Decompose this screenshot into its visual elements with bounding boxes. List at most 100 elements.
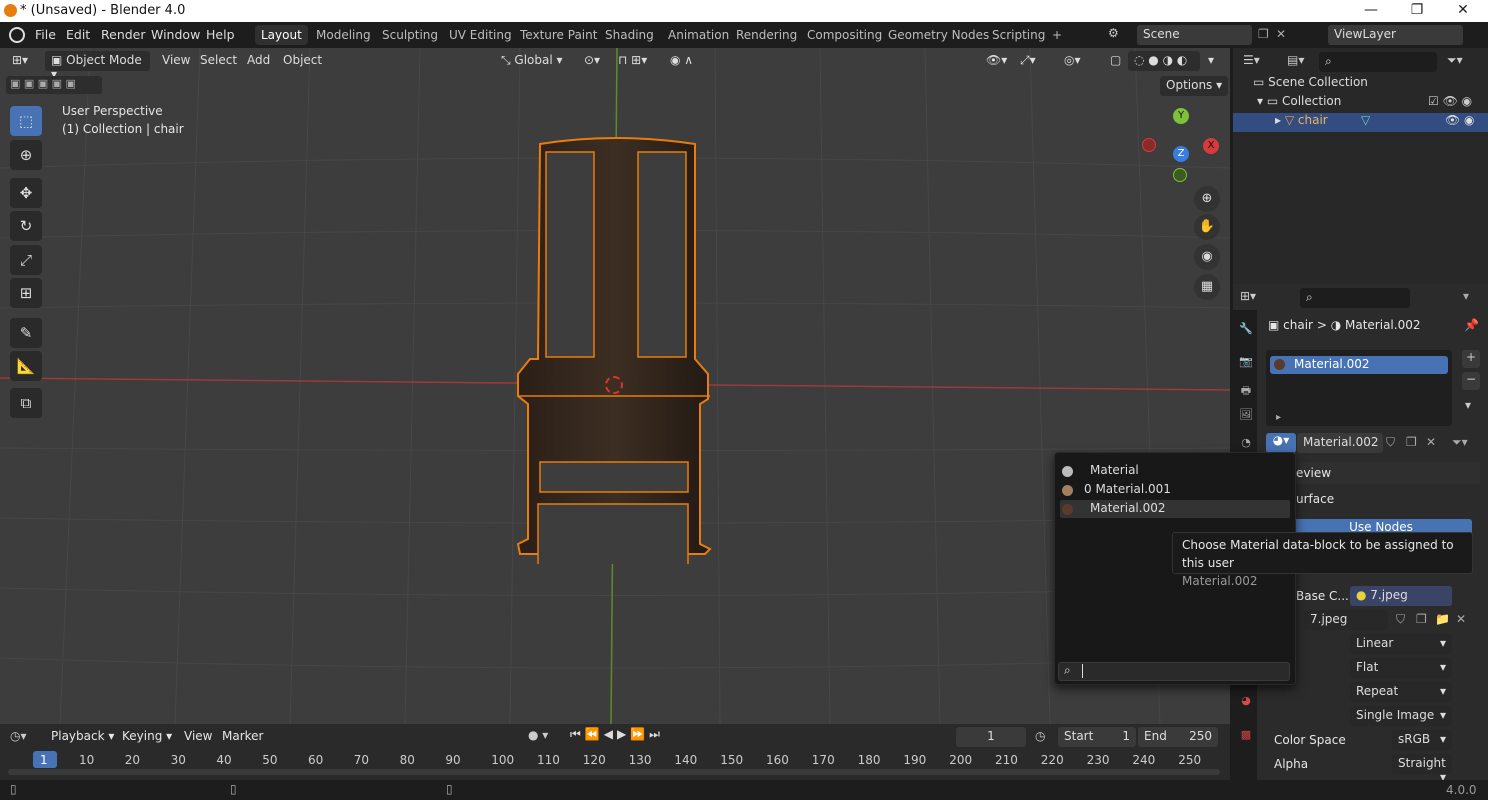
measure-tool-icon[interactable]: 📐 [10, 351, 42, 381]
tab-uv-editing[interactable]: UV Editing [443, 25, 518, 45]
tab-animation[interactable]: Animation [662, 25, 735, 45]
properties-options-icon[interactable]: ▾ [1463, 289, 1469, 303]
transform-orientation-dropdown[interactable]: ⤡ Global ▾ [495, 51, 569, 71]
timeline-scrollbar[interactable] [8, 769, 1220, 775]
start-frame-field[interactable]: Start 1 [1058, 727, 1136, 747]
menu-view[interactable]: View [156, 51, 196, 71]
tool-tab-icon[interactable]: 🔧 [1237, 322, 1255, 340]
rotate-tool-icon[interactable]: ↻ [10, 211, 42, 241]
material-name-field[interactable]: Material.002 [1297, 433, 1383, 453]
image-name-field[interactable]: 7.jpeg [1304, 610, 1388, 630]
popup-item-material[interactable]: Material [1060, 462, 1290, 480]
viewlayer-field[interactable]: ViewLayer [1328, 25, 1463, 45]
shading-mode-buttons[interactable]: ◌ ● ◑ ◐ [1128, 51, 1200, 71]
interpolation-dropdown[interactable]: Linear ▾ [1350, 634, 1452, 654]
record-icon[interactable]: ● ▾ [528, 728, 548, 742]
annotate-tool-icon[interactable]: ✎ [10, 318, 42, 348]
camera-view-icon[interactable]: ◉ [1194, 244, 1220, 270]
playback-controls-icon[interactable]: ⏮⏪◀▶⏩⏭ [570, 727, 664, 742]
slot-specials-icon[interactable]: ▾ [1465, 398, 1471, 412]
image-duplicate-icon[interactable]: ❐ [1416, 612, 1427, 626]
select-box-tool-icon[interactable]: ⬚ [10, 106, 42, 136]
material-tab-icon[interactable]: ◕ [1237, 694, 1255, 712]
image-unlink-icon[interactable]: ✕ [1456, 612, 1466, 626]
expand-object-icon[interactable]: ▸ [1275, 113, 1285, 127]
scene-icon[interactable]: ⚙ [1108, 26, 1134, 44]
menu-select[interactable]: Select [194, 51, 243, 71]
minimize-button[interactable]: — [1356, 2, 1386, 20]
tab-scripting[interactable]: Scripting [986, 25, 1051, 45]
gizmo-x[interactable]: X [1203, 138, 1219, 154]
expand-collection-icon[interactable]: ▾ [1257, 94, 1267, 108]
menu-window[interactable]: Window [151, 27, 200, 42]
tab-compositing[interactable]: Compositing [801, 25, 888, 45]
scene-field[interactable]: Scene [1137, 25, 1252, 45]
image-fake-user-icon[interactable]: ⛉ [1396, 612, 1405, 627]
unlink-material-icon[interactable]: ✕ [1426, 435, 1436, 449]
timeline-menu-keying[interactable]: Keying ▾ [122, 729, 172, 743]
gizmo-y[interactable]: Y [1173, 108, 1189, 124]
blender-menu-icon[interactable] [9, 27, 25, 43]
alpha-dropdown[interactable]: Straight ▾ [1392, 754, 1452, 784]
gizmo-neg-x[interactable] [1142, 138, 1156, 152]
mode-dropdown[interactable]: ▣ Object Mode ▾ [45, 51, 150, 81]
outliner-editor-icon[interactable]: ☰▾ [1243, 53, 1260, 67]
properties-search-input[interactable]: ⌕ [1300, 288, 1410, 308]
new-scene-icon[interactable]: ❐ [1258, 27, 1269, 41]
popup-item-material-002[interactable]: Material.002 [1060, 500, 1290, 518]
tab-modeling[interactable]: Modeling [310, 25, 377, 45]
add-cube-tool-icon[interactable]: ⧉ [10, 388, 42, 418]
menu-add[interactable]: Add [241, 51, 276, 71]
timeline-menu-marker[interactable]: Marker [222, 729, 263, 743]
options-dropdown[interactable]: Options ▾ [1160, 76, 1229, 96]
color-space-dropdown[interactable]: sRGB ▾ [1392, 730, 1452, 750]
fake-user-shield-icon[interactable]: ⛉ [1386, 435, 1395, 450]
transform-tool-icon[interactable]: ⊞ [10, 278, 42, 308]
add-slot-button[interactable]: + [1462, 350, 1480, 368]
view-layer-tab-icon[interactable]: 🖼 [1237, 408, 1255, 426]
projection-dropdown[interactable]: Flat ▾ [1350, 658, 1452, 678]
menu-render[interactable]: Render [101, 27, 146, 42]
tab-sculpting[interactable]: Sculpting [376, 25, 444, 45]
remove-scene-icon[interactable]: ✕ [1276, 27, 1286, 41]
tab-geometry-nodes[interactable]: Geometry Nodes [882, 25, 995, 45]
scale-tool-icon[interactable]: ⤢ [10, 245, 42, 275]
pin-icon[interactable]: 📌 [1464, 318, 1479, 332]
chair-object[interactable] [510, 134, 730, 564]
tab-rendering[interactable]: Rendering [730, 25, 803, 45]
visibility-eye-icon[interactable]: 👁 ◉ [1445, 113, 1475, 127]
shading-dropdown-icon[interactable]: ▾ [1202, 51, 1220, 71]
material-slot-item[interactable]: Material.002 [1270, 356, 1448, 374]
tab-layout[interactable]: Layout [255, 25, 308, 45]
current-frame-field[interactable]: 1 [956, 727, 1026, 747]
menu-file[interactable]: File [35, 27, 56, 42]
timeline-menu-view[interactable]: View [184, 729, 212, 743]
menu-help[interactable]: Help [206, 27, 235, 42]
popup-search-input[interactable] [1058, 662, 1290, 681]
slot-expand-icon[interactable]: ▸ [1276, 412, 1281, 423]
overlay-toggle-icon[interactable]: ◎▾ [1058, 51, 1087, 71]
zoom-icon[interactable]: ⊕ [1194, 186, 1220, 212]
timeline-editor-icon[interactable]: ◷▾ [10, 729, 27, 743]
maximize-button[interactable]: ❐ [1402, 2, 1432, 20]
3d-viewport[interactable]: User Perspective (1) Collection | chair … [0, 48, 1230, 724]
outliner-row-chair[interactable]: ▸ ▽ chair ▽ 👁 ◉ [1233, 113, 1488, 132]
source-dropdown[interactable]: Single Image ▾ [1350, 706, 1452, 726]
filter-icon[interactable]: ⏷▾ [1447, 53, 1463, 68]
outliner-search-input[interactable]: ⌕ [1319, 52, 1437, 72]
tab-shading[interactable]: Shading [599, 25, 660, 45]
editor-type-icon[interactable]: ⊞▾ [6, 51, 34, 71]
extension-dropdown[interactable]: Repeat ▾ [1350, 682, 1452, 702]
proportional-edit-icon[interactable]: ◉ ∧ [664, 51, 699, 71]
move-tool-icon[interactable]: ✥ [10, 178, 42, 208]
snap-icon[interactable]: ⊓ ⊞▾ [612, 51, 653, 71]
gizmo-z[interactable]: Z [1173, 146, 1189, 162]
gizmo-neg-y[interactable] [1173, 168, 1187, 182]
exclude-checkbox[interactable]: ☑ 👁 ◉ [1428, 94, 1472, 108]
browse-material-button[interactable]: ◕▾ [1266, 433, 1296, 453]
close-window-button[interactable]: ✕ [1448, 2, 1478, 20]
select-mode-icons[interactable]: ▣ ▣ ▣ ▣ ▣ [6, 76, 102, 94]
visibility-icon[interactable]: 👁▾ [980, 51, 1013, 71]
tab-texture-paint[interactable]: Texture Paint [514, 25, 603, 45]
link-dropdown-icon[interactable]: ⏷▾ [1452, 435, 1468, 450]
